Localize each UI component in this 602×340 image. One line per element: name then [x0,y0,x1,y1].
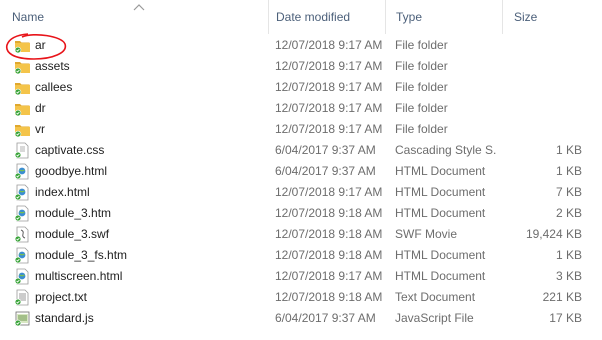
file-type: JavaScript File [395,311,474,325]
file-date-modified: 12/07/2018 9:17 AM [275,185,383,199]
file-row[interactable]: callees 12/07/2018 9:17 AM File folder [0,77,602,98]
file-date-modified: 6/04/2017 9:37 AM [275,311,376,325]
column-header-type[interactable]: Type [384,0,502,34]
file-date-modified: 12/07/2018 9:18 AM [275,227,383,241]
column-header-bar: Name Date modified Type Size [0,0,602,34]
file-name: module_3.swf [35,227,110,241]
file-name: multiscreen.html [35,269,123,283]
file-type: File folder [395,122,448,136]
file-date-modified: 12/07/2018 9:17 AM [275,269,383,283]
css-file-icon [14,142,31,159]
file-type: SWF Movie [395,227,458,241]
file-type: File folder [395,38,448,52]
column-header-date-modified[interactable]: Date modified [264,0,384,34]
file-row[interactable]: module_3.swf 12/07/2018 9:18 AM SWF Movie 1… [0,224,602,245]
file-type: File folder [395,59,448,73]
file-row[interactable]: assets 12/07/2018 9:17 AM File folder [0,56,602,77]
file-type: File folder [395,80,448,94]
file-size: 2 KB [555,206,582,220]
javascript-file-icon [14,310,31,327]
file-name: standard.js [35,311,94,325]
file-type: Text Document [395,290,476,304]
file-date-modified: 12/07/2018 9:17 AM [275,122,383,136]
folder-icon [14,100,31,117]
file-row[interactable]: multiscreen.html 12/07/2018 9:17 AM HTML D… [0,266,602,287]
file-size: 3 KB [555,269,582,283]
file-size: 221 KB [542,290,582,304]
file-date-modified: 12/07/2018 9:18 AM [275,206,383,220]
chevron-up-icon [133,2,145,14]
file-name: goodbye.html [35,164,108,178]
file-type: HTML Document [395,185,486,199]
file-name: dr [35,101,46,115]
html-document-icon [14,184,31,201]
file-row[interactable]: ar 12/07/2018 9:17 AM File folder [0,35,602,56]
file-name: index.html [35,185,90,199]
file-type: HTML Document [395,164,486,178]
file-type: HTML Document [395,248,486,262]
file-row[interactable]: project.txt 12/07/2018 9:18 AM Text Docume… [0,287,602,308]
html-document-icon [14,268,31,285]
file-type: Cascading Style S... [395,143,497,157]
file-row[interactable]: standard.js 6/04/2017 9:37 AM JavaScript F… [0,308,602,329]
red-circle-annotation [5,33,67,60]
file-type: HTML Document [395,269,486,283]
file-row[interactable]: dr 12/07/2018 9:17 AM File folder [0,98,602,119]
file-row[interactable]: module_3_fs.htm 12/07/2018 9:18 AM HTML Do… [0,245,602,266]
file-size: 17 KB [549,311,582,325]
file-date-modified: 6/04/2017 9:37 AM [275,164,376,178]
html-document-icon [14,247,31,264]
file-size: 1 KB [555,143,582,157]
file-row[interactable]: goodbye.html 6/04/2017 9:37 AM HTML Docume… [0,161,602,182]
file-name: module_3.htm [35,206,112,220]
file-size: 1 KB [555,248,582,262]
file-row[interactable]: vr 12/07/2018 9:17 AM File folder [0,119,602,140]
swf-movie-icon [14,226,31,243]
file-date-modified: 12/07/2018 9:17 AM [275,38,383,52]
folder-icon [14,79,31,96]
file-date-modified: 12/07/2018 9:18 AM [275,248,383,262]
html-document-icon [14,205,31,222]
file-date-modified: 6/04/2017 9:37 AM [275,143,376,157]
file-type: HTML Document [395,206,486,220]
column-header-size[interactable]: Size [502,0,602,34]
file-date-modified: 12/07/2018 9:18 AM [275,290,383,304]
file-type: File folder [395,101,448,115]
file-date-modified: 12/07/2018 9:17 AM [275,101,383,115]
file-name: project.txt [35,290,88,304]
file-date-modified: 12/07/2018 9:17 AM [275,59,383,73]
file-name: callees [35,80,73,94]
folder-icon [14,121,31,138]
file-size: 19,424 KB [525,227,582,241]
file-name: vr [35,122,45,136]
file-date-modified: 12/07/2018 9:17 AM [275,80,383,94]
file-row[interactable]: captivate.css 6/04/2017 9:37 AM Cascading … [0,140,602,161]
html-document-icon [14,163,31,180]
file-size: 1 KB [555,164,582,178]
file-size: 7 KB [555,185,582,199]
text-document-icon [14,289,31,306]
file-name: captivate.css [35,143,105,157]
file-row[interactable]: module_3.htm 12/07/2018 9:18 AM HTML Docum… [0,203,602,224]
file-name: module_3_fs.htm [35,248,128,262]
file-row[interactable]: index.html 12/07/2018 9:17 AM HTML Documen… [0,182,602,203]
